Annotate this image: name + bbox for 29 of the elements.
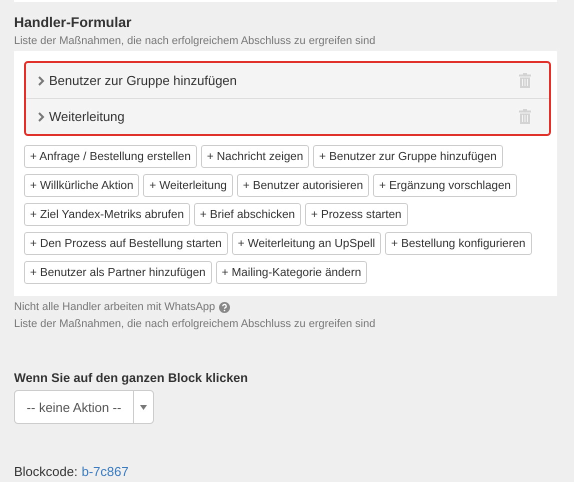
add-handler-button[interactable]: + Den Prozess auf Bestellung starten: [24, 232, 228, 255]
click-action-label: Wenn Sie auf den ganzen Block klicken: [14, 371, 249, 385]
add-handler-button[interactable]: + Bestellung konfigurieren: [385, 232, 532, 255]
section-description: Liste der Maßnahmen, die nach erfolgreichem Abschluss zu ergreifen sind: [14, 35, 376, 48]
add-handler-button[interactable]: + Weiterleitung an UpSpell: [232, 232, 382, 255]
actions-description: Liste der Maßnahmen, die nach erfolgreichem Abschluss zu ergreifen sind: [14, 318, 376, 331]
block-code-link[interactable]: b-7c867: [82, 464, 129, 479]
add-handler-button[interactable]: + Anfrage / Bestellung erstellen: [24, 145, 197, 168]
add-handler-button[interactable]: + Willkürliche Aktion: [24, 174, 140, 197]
add-handler-button[interactable]: + Benutzer zur Gruppe hinzufügen: [313, 145, 503, 168]
add-handler-button[interactable]: + Ergänzung vorschlagen: [373, 174, 517, 197]
add-handler-button[interactable]: + Prozess starten: [304, 203, 408, 226]
caret-icon: [140, 404, 147, 410]
help-icon[interactable]: [219, 302, 230, 312]
chevron-right-icon[interactable]: [38, 112, 45, 122]
add-handler-button[interactable]: + Ziel Yandex-Metriks abrufen: [24, 203, 190, 226]
add-handler-button[interactable]: + Benutzer autorisieren: [236, 174, 370, 197]
handler-item[interactable]: Benutzer zur Gruppe hinzufügen: [26, 63, 549, 98]
block-code-label: Blockcode:: [14, 464, 78, 479]
whatsapp-note: Nicht alle Handler arbeiten mit WhatsApp: [14, 301, 216, 313]
click-action-select[interactable]: -- keine Aktion --: [14, 390, 154, 424]
add-handler-button[interactable]: + Brief abschicken: [194, 203, 301, 226]
add-handler-button[interactable]: + Nachricht zeigen: [200, 145, 310, 168]
add-handler-button[interactable]: + Weiterleitung: [143, 174, 233, 197]
chevron-right-icon[interactable]: [38, 76, 45, 86]
add-handler-button[interactable]: + Mailing-Kategorie ändern: [216, 261, 368, 284]
add-handler-button[interactable]: + Benutzer als Partner hinzufügen: [24, 261, 212, 284]
handler-item[interactable]: Weiterleitung: [26, 98, 549, 134]
section-title: Handler-Formular: [14, 14, 132, 30]
